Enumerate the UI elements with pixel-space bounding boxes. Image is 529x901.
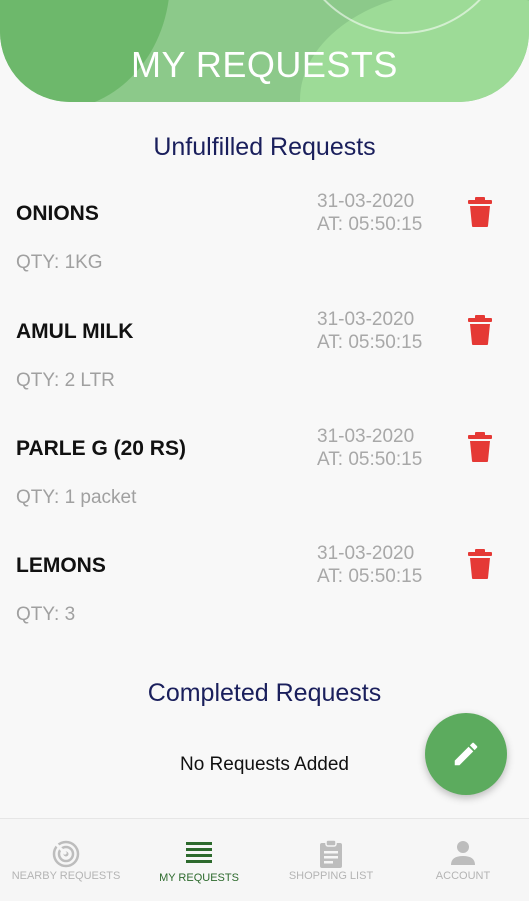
request-date: 31-03-2020 xyxy=(317,543,415,564)
radar-icon xyxy=(51,839,81,874)
trash-icon xyxy=(468,315,492,345)
person-icon xyxy=(449,839,477,872)
request-timestamp: 31-03-2020 AT: 05:50:15 xyxy=(317,190,422,236)
delete-request-button[interactable] xyxy=(466,314,494,346)
trash-icon xyxy=(468,432,492,462)
request-timestamp: 31-03-2020 AT: 05:50:15 xyxy=(317,308,422,354)
trash-icon xyxy=(468,549,492,579)
request-time: AT: 05:50:15 xyxy=(317,566,423,587)
unfulfilled-requests-heading: Unfulfilled Requests xyxy=(153,133,376,161)
request-timestamp: 31-03-2020 AT: 05:50:15 xyxy=(317,425,422,471)
request-item: LEMONS QTY: 3 31-03-2020 AT: 05:50:15 xyxy=(0,530,529,640)
trash-icon xyxy=(468,197,492,227)
nav-label: NEARBY REQUESTS xyxy=(11,870,121,882)
nav-nearby-requests[interactable]: NEARBY REQUESTS xyxy=(0,819,132,901)
request-name: LEMONS xyxy=(16,554,106,577)
request-qty: QTY: 1 packet xyxy=(16,487,137,508)
request-timestamp: 31-03-2020 AT: 05:50:15 xyxy=(317,542,422,588)
request-item: PARLE G (20 RS) QTY: 1 packet 31-03-2020… xyxy=(0,413,529,523)
request-item: AMUL MILK QTY: 2 LTR 31-03-2020 AT: 05:5… xyxy=(0,296,529,406)
request-date: 31-03-2020 xyxy=(317,426,415,447)
header-banner: MY REQUESTS xyxy=(0,0,529,102)
delete-request-button[interactable] xyxy=(466,548,494,580)
nav-label: ACCOUNT xyxy=(435,870,491,882)
completed-requests-heading: Completed Requests xyxy=(147,679,382,707)
page-title: MY REQUESTS xyxy=(131,44,398,85)
add-request-button[interactable] xyxy=(425,713,507,795)
bottom-navigation: NEARBY REQUESTS MY REQUESTS SHOPPING LIS… xyxy=(0,818,529,901)
request-name: PARLE G (20 RS) xyxy=(16,437,186,460)
request-time: AT: 05:50:15 xyxy=(317,449,423,470)
nav-account[interactable]: ACCOUNT xyxy=(397,819,529,901)
nav-shopping-list[interactable]: SHOPPING LIST xyxy=(265,819,397,901)
request-item: ONIONS QTY: 1KG 31-03-2020 AT: 05:50:15 xyxy=(0,178,529,288)
request-date: 31-03-2020 xyxy=(317,309,415,330)
request-time: AT: 05:50:15 xyxy=(317,332,423,353)
nav-label: SHOPPING LIST xyxy=(288,870,374,882)
nav-label: MY REQUESTS xyxy=(159,872,239,884)
request-date: 31-03-2020 xyxy=(317,191,415,212)
request-qty: QTY: 3 xyxy=(16,604,76,625)
clipboard-icon xyxy=(318,839,344,874)
request-qty: QTY: 1KG xyxy=(16,252,103,273)
request-qty: QTY: 2 LTR xyxy=(16,370,115,391)
request-name: ONIONS xyxy=(16,202,99,225)
request-name: AMUL MILK xyxy=(16,320,134,343)
delete-request-button[interactable] xyxy=(466,431,494,463)
request-time: AT: 05:50:15 xyxy=(317,214,423,235)
nav-my-requests[interactable]: MY REQUESTS xyxy=(133,819,265,901)
list-icon xyxy=(185,839,213,870)
delete-request-button[interactable] xyxy=(466,196,494,228)
pencil-icon xyxy=(454,742,478,766)
